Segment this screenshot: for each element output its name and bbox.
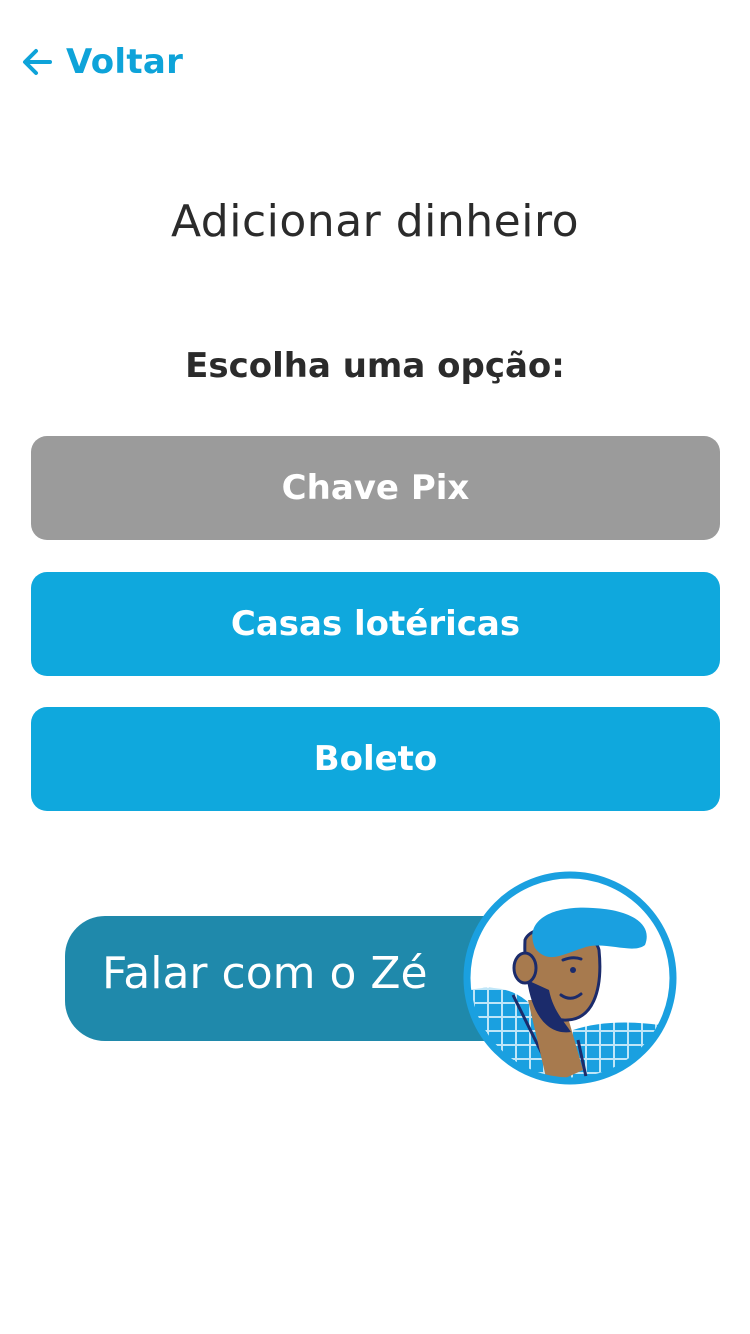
add-money-screen: Voltar Adicionar dinheiro Escolha uma op… — [0, 0, 750, 1334]
pix-key-button[interactable]: Chave Pix — [31, 436, 720, 540]
arrow-left-icon — [20, 45, 54, 79]
lottery-houses-button[interactable]: Casas lotéricas — [31, 572, 720, 676]
back-label: Voltar — [66, 42, 184, 82]
choose-option-label: Escolha uma opção: — [185, 346, 565, 386]
talk-to-ze-label: Falar com o Zé — [102, 948, 428, 999]
ze-avatar-icon[interactable] — [453, 870, 687, 1086]
page-title: Adicionar dinheiro — [170, 196, 579, 247]
back-button[interactable]: Voltar — [20, 38, 183, 86]
boleto-button[interactable]: Boleto — [31, 707, 720, 811]
